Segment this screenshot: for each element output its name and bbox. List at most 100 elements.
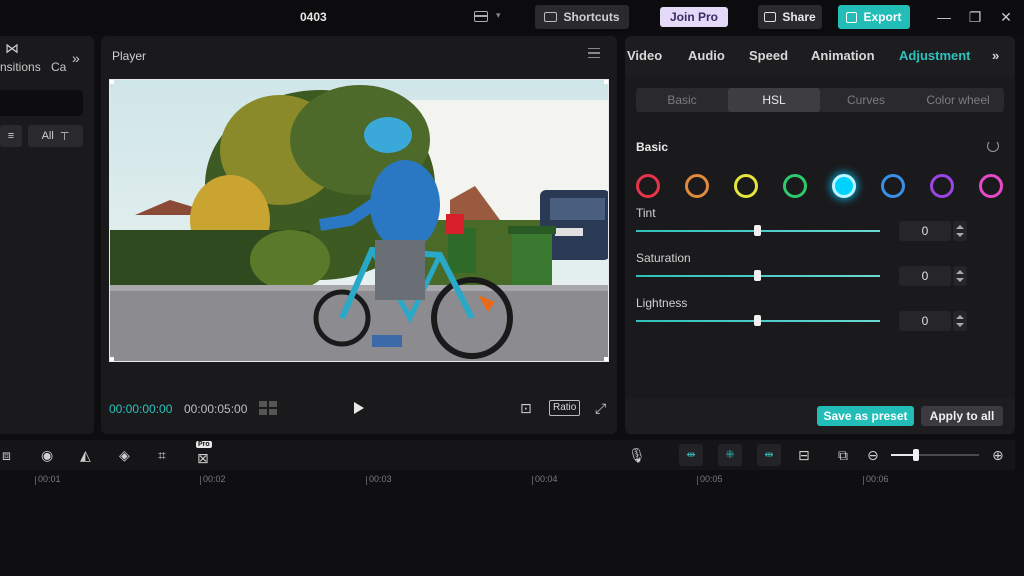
share-label: Share [782, 10, 816, 24]
timeline-ruler[interactable]: 00:01 00:02 00:03 00:04 00:05 00:06 [0, 471, 1024, 576]
title-bar: 0403 ▾ Shortcuts Join Pro Share Export —… [0, 0, 1024, 34]
microphone-icon[interactable]: 🎙︎ [628, 447, 646, 463]
zoom-out-icon[interactable]: ⊖ [867, 447, 879, 463]
tint-slider-handle[interactable] [754, 225, 761, 236]
tab-speed[interactable]: Speed [749, 48, 788, 63]
tab-video[interactable]: Video [627, 48, 662, 63]
ruler-mark: 00:06 [863, 474, 889, 485]
apply-to-all-button[interactable]: Apply to all [921, 406, 1003, 426]
zoom-in-icon[interactable]: ⊕ [992, 447, 1004, 463]
hsl-swatch[interactable] [930, 174, 954, 198]
export-button[interactable]: Export [838, 5, 910, 29]
hsl-swatch[interactable] [734, 174, 758, 198]
ruler-mark: 00:01 [35, 474, 61, 485]
hsl-swatch[interactable] [832, 174, 856, 198]
tab-transitions[interactable]: nsitions [0, 60, 41, 74]
hsl-swatch[interactable] [685, 174, 709, 198]
search-input[interactable] [0, 90, 83, 116]
save-as-preset-button[interactable]: Save as preset [817, 406, 914, 426]
ai-tool-icon[interactable]: ⊠ [197, 450, 209, 466]
inspector-tabs: Video Audio Speed Animation Adjustment » [625, 36, 1015, 76]
mirror-icon[interactable]: ◭ [80, 447, 91, 463]
zoom-slider-handle[interactable] [913, 449, 919, 461]
hsl-swatch[interactable] [979, 174, 1003, 198]
saturation-value[interactable]: 0 [899, 266, 951, 286]
share-icon [764, 12, 777, 22]
duration-timecode: 00:00:05:00 [184, 402, 248, 416]
chevron-down-icon: ▾ [496, 10, 501, 20]
menu-icon[interactable] [588, 48, 600, 58]
tab-animation[interactable]: Animation [811, 48, 875, 63]
subtab-hsl[interactable]: HSL [728, 88, 820, 112]
inspector-panel: Video Audio Speed Animation Adjustment »… [625, 36, 1015, 434]
ruler-mark: 00:02 [200, 474, 226, 485]
share-button[interactable]: Share [758, 5, 822, 29]
ratio-button[interactable]: Ratio [549, 400, 581, 416]
join-pro-button[interactable]: Join Pro [660, 7, 728, 27]
keyboard-icon [544, 12, 558, 22]
reset-icon[interactable] [987, 140, 999, 152]
section-title: Basic [636, 140, 669, 154]
timecode-format-icon[interactable] [259, 401, 279, 415]
player-panel: Player 00:00:00:00 00:00:05:00 ⊡ Ratio ⤢ [101, 36, 617, 434]
freeze-icon[interactable]: ◉ [41, 447, 53, 463]
layout-icon [474, 11, 488, 22]
magnet-toggle-icon[interactable]: ⇹ [679, 444, 703, 466]
hsl-swatch[interactable] [783, 174, 807, 198]
tint-label: Tint [636, 206, 656, 220]
fullscreen-icon[interactable]: ⤢ [595, 400, 606, 417]
crop-handle[interactable] [110, 80, 114, 84]
tab-adjustment[interactable]: Adjustment [899, 48, 971, 63]
transitions-icon[interactable]: ⋈ [5, 40, 19, 57]
crop-icon[interactable]: ⌗ [158, 447, 166, 463]
subtab-basic[interactable]: Basic [636, 88, 728, 112]
pro-badge: Pro [196, 441, 212, 448]
sort-button[interactable]: ≡ [0, 125, 22, 147]
timeline-toolbar: ⧈ ◉ ◭ ◈ ⌗ ⊠ Pro 🎙︎ ⇹ ⁜ ⇹ ⊟ ⧉ ⊖ ⊕ [0, 440, 1015, 470]
play-icon[interactable] [354, 402, 364, 414]
hsl-swatch[interactable] [636, 174, 660, 198]
lightness-slider-handle[interactable] [754, 315, 761, 326]
subtab-curves[interactable]: Curves [820, 88, 912, 112]
layout-menu-button[interactable]: ▾ [474, 9, 508, 25]
media-panel: ⋈ nsitions Ca » ≡ All ⊤ [0, 36, 94, 434]
tab-captions[interactable]: Ca [51, 60, 66, 74]
minimize-icon[interactable]: — [936, 9, 952, 25]
sort-icon: ≡ [7, 130, 15, 142]
split-icon[interactable]: ⧈ [2, 447, 11, 463]
ruler-mark: 00:05 [697, 474, 723, 485]
saturation-stepper[interactable] [953, 266, 967, 286]
screenshot-icon[interactable]: ⊡ [520, 400, 532, 417]
lightness-label: Lightness [636, 296, 688, 310]
video-frame [110, 80, 608, 361]
ruler-mark: 00:03 [366, 474, 392, 485]
export-icon [846, 11, 858, 23]
shortcuts-label: Shortcuts [563, 10, 620, 24]
tint-value[interactable]: 0 [899, 221, 951, 241]
player-title: Player [112, 49, 147, 63]
lightness-value[interactable]: 0 [899, 311, 951, 331]
linkage-toggle-icon[interactable]: ⁜ [718, 444, 742, 466]
hsl-swatch[interactable] [881, 174, 905, 198]
filter-dropdown[interactable]: All ⊤ [28, 125, 83, 147]
saturation-slider-handle[interactable] [754, 270, 761, 281]
adjustment-subtabs: Basic HSL Curves Color wheel [636, 88, 1004, 112]
split-view-icon[interactable]: ⊟ [798, 447, 810, 463]
subtab-color-wheel[interactable]: Color wheel [912, 88, 1004, 112]
export-label: Export [863, 10, 902, 24]
more-tabs-icon[interactable]: » [992, 48, 999, 63]
lightness-stepper[interactable] [953, 311, 967, 331]
tint-stepper[interactable] [953, 221, 967, 241]
preview-axis-toggle-icon[interactable]: ⇹ [757, 444, 781, 466]
close-icon[interactable]: ✕ [998, 9, 1014, 25]
filter-label: All [41, 130, 54, 142]
snapshot-icon[interactable]: ⧉ [838, 447, 848, 463]
video-preview[interactable] [109, 79, 609, 362]
expand-tabs-icon[interactable]: » [72, 50, 80, 66]
tab-audio[interactable]: Audio [688, 48, 725, 63]
current-timecode: 00:00:00:00 [109, 402, 173, 416]
shortcuts-button[interactable]: Shortcuts [535, 5, 629, 29]
ruler-mark: 00:04 [532, 474, 558, 485]
maximize-icon[interactable]: ❐ [967, 9, 983, 25]
rotate-icon[interactable]: ◈ [119, 447, 130, 463]
